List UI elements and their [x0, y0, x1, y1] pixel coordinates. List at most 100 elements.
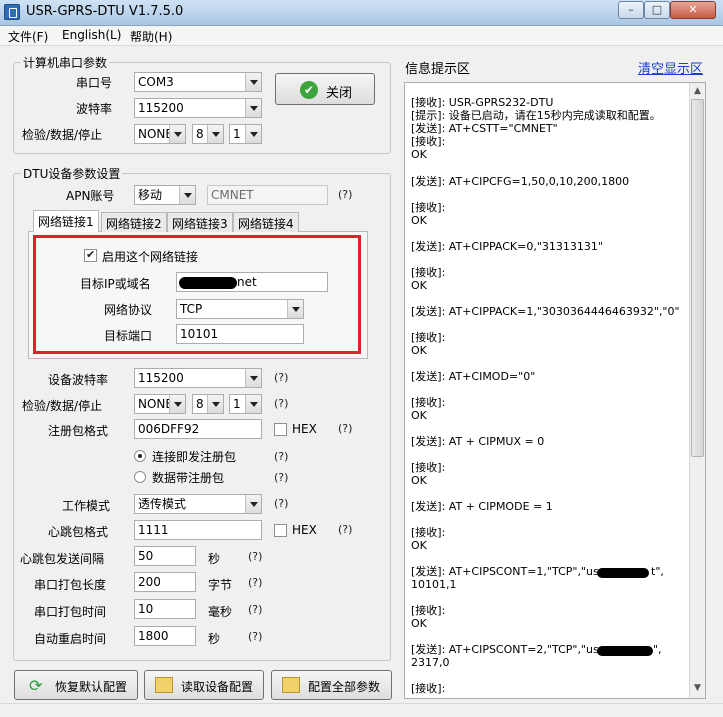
device-databits-select[interactable]: 8: [192, 394, 224, 414]
folder-download-icon: [282, 677, 300, 693]
log-line: [接收]:: [411, 135, 446, 148]
serial-group-title: 计算机串口参数: [21, 54, 110, 71]
tab-network-link-1[interactable]: 网络链接1: [33, 210, 99, 232]
target-port-label: 目标端口: [104, 329, 153, 343]
configure-all-label: 配置全部参数: [308, 680, 381, 694]
tab-network-link-3[interactable]: 网络链接3: [167, 212, 233, 232]
log-scrollbar[interactable]: ▲ ▼: [689, 83, 705, 698]
enable-link-checkbox[interactable]: [84, 248, 97, 262]
apn-select[interactable]: 移动: [134, 185, 196, 205]
scroll-down-icon[interactable]: ▼: [691, 681, 704, 695]
auto-restart-label: 自动重启时间: [34, 632, 107, 646]
chevron-down-icon: [207, 125, 223, 143]
apn-name-field: CMNET: [207, 185, 328, 205]
heartbeat-interval-field[interactable]: 50: [134, 546, 196, 566]
heartbeat-interval-hint[interactable]: (?): [248, 550, 262, 563]
work-mode-hint[interactable]: (?): [274, 497, 288, 510]
device-cds-hint[interactable]: (?): [274, 397, 288, 410]
heartbeat-format-hint[interactable]: (?): [338, 523, 352, 536]
target-ip-field[interactable]: net: [176, 272, 328, 292]
protocol-select[interactable]: TCP: [176, 299, 304, 319]
pack-length-hint[interactable]: (?): [248, 576, 262, 589]
log-line: t",: [651, 565, 664, 578]
log-line: [发送]: AT+CIPCFG=1,50,0,10,200,1800: [411, 175, 630, 188]
chevron-down-icon: [245, 495, 261, 513]
log-line: [接收]:: [411, 526, 446, 539]
maximize-button[interactable]: □: [644, 1, 670, 19]
pack-time-hint[interactable]: (?): [248, 603, 262, 616]
tab-network-link-2[interactable]: 网络链接2: [101, 212, 167, 232]
log-line: [接收]:: [411, 331, 446, 344]
menu-language[interactable]: English(L): [62, 28, 121, 42]
register-with-data-radio[interactable]: [134, 471, 146, 483]
apn-help-hint[interactable]: (?): [338, 188, 352, 201]
serial-port-select[interactable]: COM3: [134, 72, 262, 92]
register-hex-label: HEX: [292, 422, 317, 436]
pack-time-field[interactable]: 10: [134, 599, 196, 619]
device-cds-label: 检验/数据/停止: [22, 399, 103, 413]
log-line: OK: [411, 148, 427, 161]
redaction-mark: [179, 277, 237, 289]
log-line: OK: [411, 279, 427, 292]
pack-time-unit: 毫秒: [208, 605, 233, 619]
log-line: [发送]: AT + CIPMUX = 0: [411, 435, 545, 448]
register-with-data-hint[interactable]: (?): [274, 471, 288, 484]
chevron-down-icon: [169, 395, 185, 413]
chevron-down-icon: [245, 125, 261, 143]
serial-port-label: 串口号: [76, 76, 113, 90]
scroll-up-icon[interactable]: ▲: [691, 84, 704, 98]
register-format-hint[interactable]: (?): [338, 422, 352, 435]
log-line: OK: [411, 539, 427, 552]
chevron-down-icon: [169, 125, 185, 143]
menu-help[interactable]: 帮助(H): [130, 28, 172, 45]
read-config-button[interactable]: 读取设备配置: [144, 670, 264, 700]
chevron-down-icon: [245, 369, 261, 387]
baud-rate-select[interactable]: 115200: [134, 98, 262, 118]
serial-stopbits-select[interactable]: 1: [229, 124, 262, 144]
target-port-field[interactable]: 10101: [176, 324, 304, 344]
heartbeat-format-field[interactable]: 1111: [134, 520, 262, 540]
heartbeat-hex-checkbox[interactable]: [274, 524, 287, 537]
check-icon: ✔: [300, 81, 318, 99]
device-parity-select[interactable]: NONE: [134, 394, 186, 414]
close-window-button[interactable]: ✕: [670, 1, 716, 19]
log-line: OK: [411, 474, 427, 487]
redaction-mark: [597, 568, 649, 578]
baud-rate-label: 波特率: [76, 102, 113, 116]
register-format-label: 注册包格式: [48, 424, 109, 438]
auto-restart-field[interactable]: 1800: [134, 626, 196, 646]
register-format-field[interactable]: 006DFF92: [134, 419, 262, 439]
pack-length-field[interactable]: 200: [134, 572, 196, 592]
register-hex-checkbox[interactable]: [274, 423, 287, 436]
log-line: 10101,1: [411, 578, 457, 591]
work-mode-select[interactable]: 透传模式: [134, 494, 262, 514]
register-on-connect-hint[interactable]: (?): [274, 450, 288, 463]
heartbeat-format-label: 心跳包格式: [48, 525, 109, 539]
auto-restart-hint[interactable]: (?): [248, 630, 262, 643]
serial-databits-select[interactable]: 8: [192, 124, 224, 144]
device-stopbits-select[interactable]: 1: [229, 394, 262, 414]
device-baud-hint[interactable]: (?): [274, 371, 288, 384]
log-line: 2317,0: [411, 656, 450, 669]
read-config-label: 读取设备配置: [181, 680, 254, 694]
register-on-connect-label: 连接即发注册包: [152, 450, 237, 464]
register-on-connect-radio[interactable]: [134, 450, 146, 462]
log-line: [接收]:: [411, 682, 446, 695]
enable-link-label: 启用这个网络链接: [102, 250, 199, 264]
restore-defaults-button[interactable]: ⟳ 恢复默认配置: [14, 670, 138, 700]
device-baud-select[interactable]: 115200: [134, 368, 262, 388]
scroll-thumb[interactable]: [691, 99, 704, 457]
menu-file[interactable]: 文件(F): [8, 28, 48, 45]
serial-parity-select[interactable]: NONE: [134, 124, 186, 144]
status-bar: [0, 703, 723, 717]
close-port-button[interactable]: ✔ 关闭: [275, 73, 375, 105]
clear-log-link[interactable]: 清空显示区: [638, 58, 703, 77]
log-panel[interactable]: [接收]: USR-GPRS232-DTU [提示]: 设备已启动，请在15秒内…: [404, 82, 706, 699]
log-line: [接收]:: [411, 461, 446, 474]
register-with-data-label: 数据带注册包: [152, 471, 225, 485]
log-line: [接收]:: [411, 266, 446, 279]
minimize-button[interactable]: –: [618, 1, 644, 19]
tab-network-link-4[interactable]: 网络链接4: [233, 212, 299, 232]
configure-all-button[interactable]: 配置全部参数: [271, 670, 392, 700]
log-line: ",: [653, 643, 662, 656]
